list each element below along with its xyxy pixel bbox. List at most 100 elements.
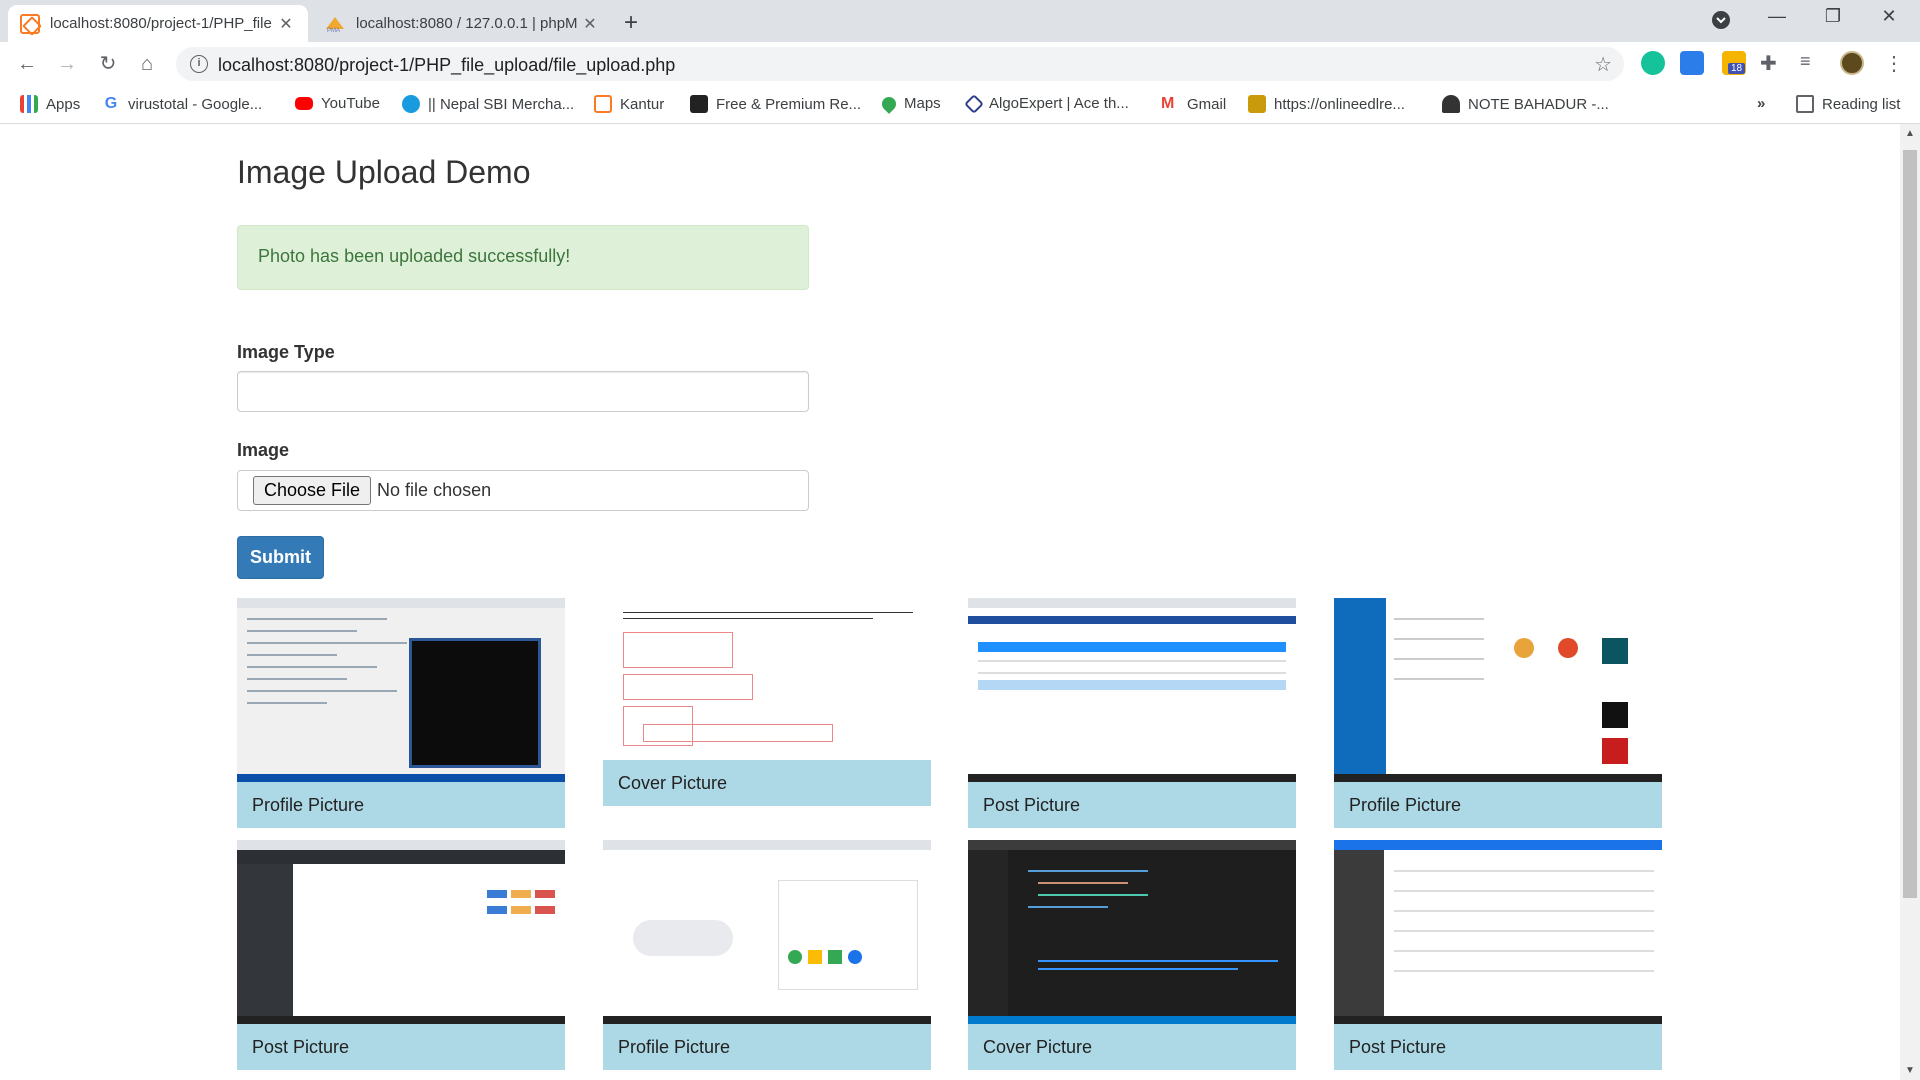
tab-phpmyadmin[interactable]: PMA localhost:8080 / 127.0.0.1 | phpM ✕ [312, 5, 612, 42]
reload-icon[interactable]: ↻ [96, 52, 120, 76]
page-content: Image Upload Demo Photo has been uploade… [0, 124, 1900, 1080]
bookmark-label: virustotal - Google... [128, 95, 263, 113]
page-scrollbar[interactable]: ▲ ▼ [1900, 124, 1920, 1080]
gallery-card: Cover Picture [603, 598, 931, 806]
new-tab-button[interactable]: + [624, 9, 638, 37]
close-tab-icon[interactable]: ✕ [276, 14, 296, 34]
bookmark-label: YouTube [321, 95, 380, 112]
site-info-icon[interactable]: i [190, 55, 208, 73]
bookmark-apps[interactable]: Apps [20, 95, 80, 113]
bookmark-gmail[interactable]: M Gmail [1161, 95, 1226, 113]
bookmark-virustotal[interactable]: G virustotal - Google... [102, 95, 262, 113]
gallery-card: Profile Picture [1334, 598, 1662, 828]
google-icon: G [104, 95, 118, 112]
scrollbar-thumb[interactable] [1903, 150, 1917, 898]
bookmark-label: AlgoExpert | Ace th... [989, 95, 1129, 112]
minimize-button[interactable]: — [1754, 6, 1800, 27]
extension-badge: 18 [1728, 63, 1746, 74]
gallery-caption: Profile Picture [603, 1024, 931, 1070]
xampp-icon [20, 13, 40, 34]
tab-title: localhost:8080/project-1/PHP_file [50, 15, 272, 32]
gallery-caption: Profile Picture [1334, 782, 1662, 828]
tab-file-upload[interactable]: localhost:8080/project-1/PHP_file ✕ [8, 5, 308, 42]
extensions-puzzle-icon[interactable]: ✚ [1760, 51, 1784, 75]
image-type-input[interactable] [237, 371, 809, 412]
bookmark-site-icon [1442, 95, 1460, 113]
bookmark-star-icon[interactable]: ☆ [1594, 52, 1612, 77]
home-icon[interactable]: ⌂ [135, 52, 159, 76]
submit-button[interactable]: Submit [237, 536, 324, 579]
bookmark-label: NOTE BAHADUR -... [1468, 95, 1609, 113]
profile-avatar-icon[interactable] [1840, 51, 1864, 75]
choose-file-button[interactable]: Choose File [253, 476, 372, 505]
calendar-extension-icon[interactable]: 18 [1722, 51, 1746, 75]
maps-pin-icon [879, 93, 899, 114]
gallery-card: Profile Picture [237, 598, 565, 828]
gallery-thumbnail[interactable] [237, 598, 565, 782]
media-queue-icon[interactable]: ≡ [1800, 51, 1824, 75]
gallery-caption: Post Picture [968, 782, 1296, 828]
more-bookmarks-button[interactable]: » [1757, 95, 1765, 112]
bookmark-maps[interactable]: Maps [879, 93, 941, 114]
bookmark-site-icon [1248, 95, 1266, 113]
image-file-input[interactable]: Choose File No file chosen [237, 470, 809, 511]
gallery-card: Post Picture [1334, 840, 1662, 1070]
gallery-thumbnail[interactable] [1334, 598, 1662, 782]
bookmark-youtube[interactable]: YouTube [295, 95, 380, 112]
gallery-caption: Profile Picture [237, 782, 565, 828]
bookmark-label: Apps [46, 95, 81, 113]
bookmark-label: https://onlineedlre... [1274, 95, 1405, 113]
phpmyadmin-icon: PMA [326, 16, 344, 33]
gallery-thumbnail[interactable] [237, 840, 565, 1024]
gallery-thumbnail[interactable] [603, 840, 931, 1024]
gmail-icon: M [1161, 95, 1175, 112]
close-tab-icon[interactable]: ✕ [580, 14, 600, 34]
bookmarks-bar: Apps G virustotal - Google... YouTube ||… [0, 86, 1920, 124]
window-close-button[interactable]: ✕ [1866, 6, 1912, 27]
tab-title: localhost:8080 / 127.0.0.1 | phpM [356, 15, 578, 32]
bookmark-sbi[interactable]: || Nepal SBI Mercha... [402, 95, 574, 113]
bookmark-free-premium[interactable]: Free & Premium Re... [690, 95, 861, 113]
back-icon[interactable]: ← [15, 52, 39, 76]
tab-search-icon[interactable] [1698, 10, 1744, 35]
menu-dots-icon[interactable]: ⋮ [1882, 51, 1906, 75]
gallery-card: Post Picture [968, 598, 1296, 828]
bookmark-algoexpert[interactable]: AlgoExpert | Ace th... [964, 93, 1129, 114]
scroll-up-icon[interactable]: ▲ [1900, 128, 1920, 139]
gallery-thumbnail[interactable] [1334, 840, 1662, 1024]
svg-text:PMA: PMA [327, 28, 340, 33]
page-title: Image Upload Demo [237, 154, 531, 190]
fi-extension-icon[interactable] [1680, 51, 1704, 75]
bookmark-label: Maps [904, 95, 941, 112]
gallery-card: Cover Picture [968, 840, 1296, 1070]
grammarly-extension-icon[interactable] [1641, 51, 1665, 75]
youtube-icon [295, 97, 313, 110]
bookmark-label: Free & Premium Re... [716, 95, 862, 113]
gallery-caption: Cover Picture [603, 760, 931, 806]
reading-list-label: Reading list [1822, 95, 1901, 113]
gallery-caption: Post Picture [237, 1024, 565, 1070]
bookmark-note-bahadur[interactable]: NOTE BAHADUR -... [1442, 95, 1609, 113]
restore-button[interactable]: ❐ [1810, 6, 1856, 27]
bookmark-kantur[interactable]: Kantur [594, 95, 664, 113]
bookmark-label: || Nepal SBI Mercha... [428, 95, 575, 113]
bookmark-onlineedlre[interactable]: https://onlineedlre... [1248, 95, 1405, 113]
tab-strip: localhost:8080/project-1/PHP_file ✕ PMA … [0, 0, 1920, 42]
gallery-caption: Post Picture [1334, 1024, 1662, 1070]
url-text[interactable]: localhost:8080/project-1/PHP_file_upload… [218, 55, 675, 76]
gallery-thumbnail[interactable] [968, 598, 1296, 782]
no-file-text: No file chosen [377, 480, 492, 500]
reading-list-icon [1796, 95, 1814, 113]
image-label: Image [237, 440, 290, 460]
bookmark-label: Kantur [620, 95, 665, 113]
image-type-label: Image Type [237, 342, 335, 362]
gallery-card: Post Picture [237, 840, 565, 1070]
reading-list-button[interactable]: Reading list [1796, 95, 1900, 113]
gallery-thumbnail[interactable] [968, 840, 1296, 1024]
gallery-thumbnail[interactable] [603, 598, 931, 760]
scroll-down-icon[interactable]: ▼ [1900, 1065, 1920, 1076]
bookmark-site-icon [690, 95, 708, 113]
forward-icon[interactable]: → [55, 52, 79, 76]
address-bar[interactable]: i localhost:8080/project-1/PHP_file_uplo… [176, 47, 1624, 81]
bookmark-label: Gmail [1187, 95, 1227, 113]
